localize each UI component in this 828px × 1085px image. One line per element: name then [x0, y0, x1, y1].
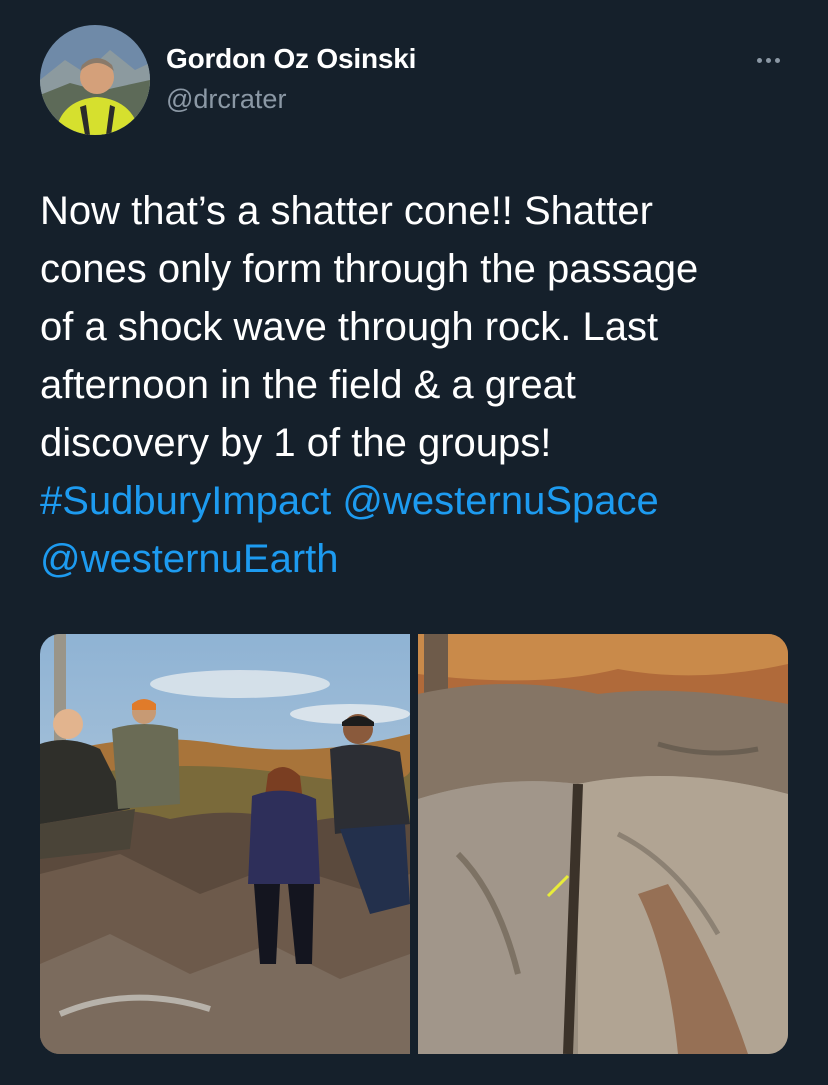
tweet-text-line: of a shock wave through rock. Last	[40, 305, 659, 349]
media-grid	[40, 634, 788, 1054]
tweet-text-line: discovery by 1 of the groups!	[40, 421, 552, 465]
author-handle[interactable]: @drcrater	[166, 84, 286, 115]
ellipsis-icon	[756, 57, 762, 63]
tweet-text-line: afternoon in the field & a great	[40, 363, 576, 407]
ellipsis-icon	[774, 57, 780, 63]
hashtag-link[interactable]: #SudburyImpact	[40, 479, 331, 523]
tweet-text-line: Now that’s a shatter cone!! Shatter	[40, 189, 653, 233]
avatar[interactable]	[40, 25, 150, 135]
mention-link[interactable]: @westernuSpace	[342, 479, 658, 523]
tweet-card: Gordon Oz Osinski @drcrater Now that’s a…	[0, 0, 828, 1085]
tweet-text-line: cones only form through the passage	[40, 247, 699, 291]
author-display-name[interactable]: Gordon Oz Osinski	[166, 43, 416, 75]
ellipsis-icon	[765, 57, 771, 63]
more-options-button[interactable]	[748, 48, 788, 72]
rock-closeup-photo[interactable]	[418, 634, 788, 1054]
tweet-text: Now that’s a shatter cone!! Shatter cone…	[40, 182, 800, 588]
tweet-links-line: @westernuEarth	[40, 530, 800, 588]
tweet-links-line: #SudburyImpact @westernuSpace	[40, 472, 800, 530]
group-photo[interactable]	[40, 634, 410, 1054]
mention-link[interactable]: @westernuEarth	[40, 537, 339, 581]
